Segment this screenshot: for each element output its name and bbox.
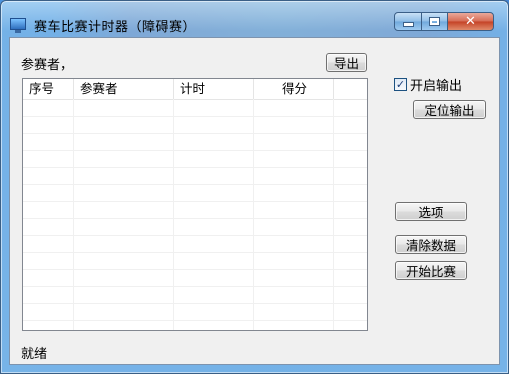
grid-row-line: [23, 269, 367, 270]
grid-row-line: [23, 303, 367, 304]
enable-output-checkbox[interactable]: ✓: [394, 78, 407, 91]
export-button[interactable]: 导出: [326, 53, 367, 72]
close-button[interactable]: ✕: [447, 12, 494, 31]
checkmark-icon: ✓: [395, 78, 406, 91]
title-bar[interactable]: 赛车比赛计时器（障碍赛） ✕: [1, 1, 508, 37]
status-text: 就绪: [21, 347, 48, 362]
maximize-button[interactable]: [421, 12, 448, 31]
options-button[interactable]: 选项: [395, 202, 467, 221]
grid-row-line: [23, 116, 367, 117]
grid-row-line: [23, 167, 367, 168]
app-window: 赛车比赛计时器（障碍赛） ✕ 参赛者， 导出 序号 参赛者 计时 得分 ✓ 开启…: [0, 0, 509, 374]
minimize-icon: [402, 22, 414, 27]
grid-row-line: [23, 235, 367, 236]
clear-data-button[interactable]: 清除数据: [395, 235, 467, 254]
column-header-score[interactable]: 得分: [254, 79, 334, 99]
minimize-button[interactable]: [394, 12, 422, 31]
column-header-index[interactable]: 序号: [23, 79, 74, 99]
table-header: 序号 参赛者 计时 得分: [23, 79, 367, 100]
grid-row-line: [23, 201, 367, 202]
grid-row-line: [23, 150, 367, 151]
close-icon: ✕: [465, 14, 476, 29]
grid-row-line: [23, 286, 367, 287]
grid-row-line: [23, 218, 367, 219]
grid-row-line: [23, 252, 367, 253]
column-header-filler: [334, 79, 367, 99]
start-race-button[interactable]: 开始比赛: [395, 261, 467, 280]
enable-output-option[interactable]: ✓ 开启输出: [394, 75, 462, 94]
window-title: 赛车比赛计时器（障碍赛）: [34, 20, 197, 35]
column-header-participant[interactable]: 参赛者: [74, 79, 174, 99]
locate-output-button[interactable]: 定位输出: [413, 100, 486, 119]
participants-table[interactable]: 序号 参赛者 计时 得分: [22, 78, 368, 331]
grid-row-line: [23, 133, 367, 134]
grid-row-line: [23, 320, 367, 321]
app-window-icon: [10, 18, 26, 33]
enable-output-label: 开启输出: [410, 79, 463, 94]
grid-row-line: [23, 184, 367, 185]
column-header-time[interactable]: 计时: [174, 79, 254, 99]
client-area: 参赛者， 导出 序号 参赛者 计时 得分 ✓ 开启输出 定位输出 选项 清除数据…: [9, 37, 500, 365]
maximize-icon: [430, 18, 439, 25]
participants-label: 参赛者，: [21, 58, 74, 73]
